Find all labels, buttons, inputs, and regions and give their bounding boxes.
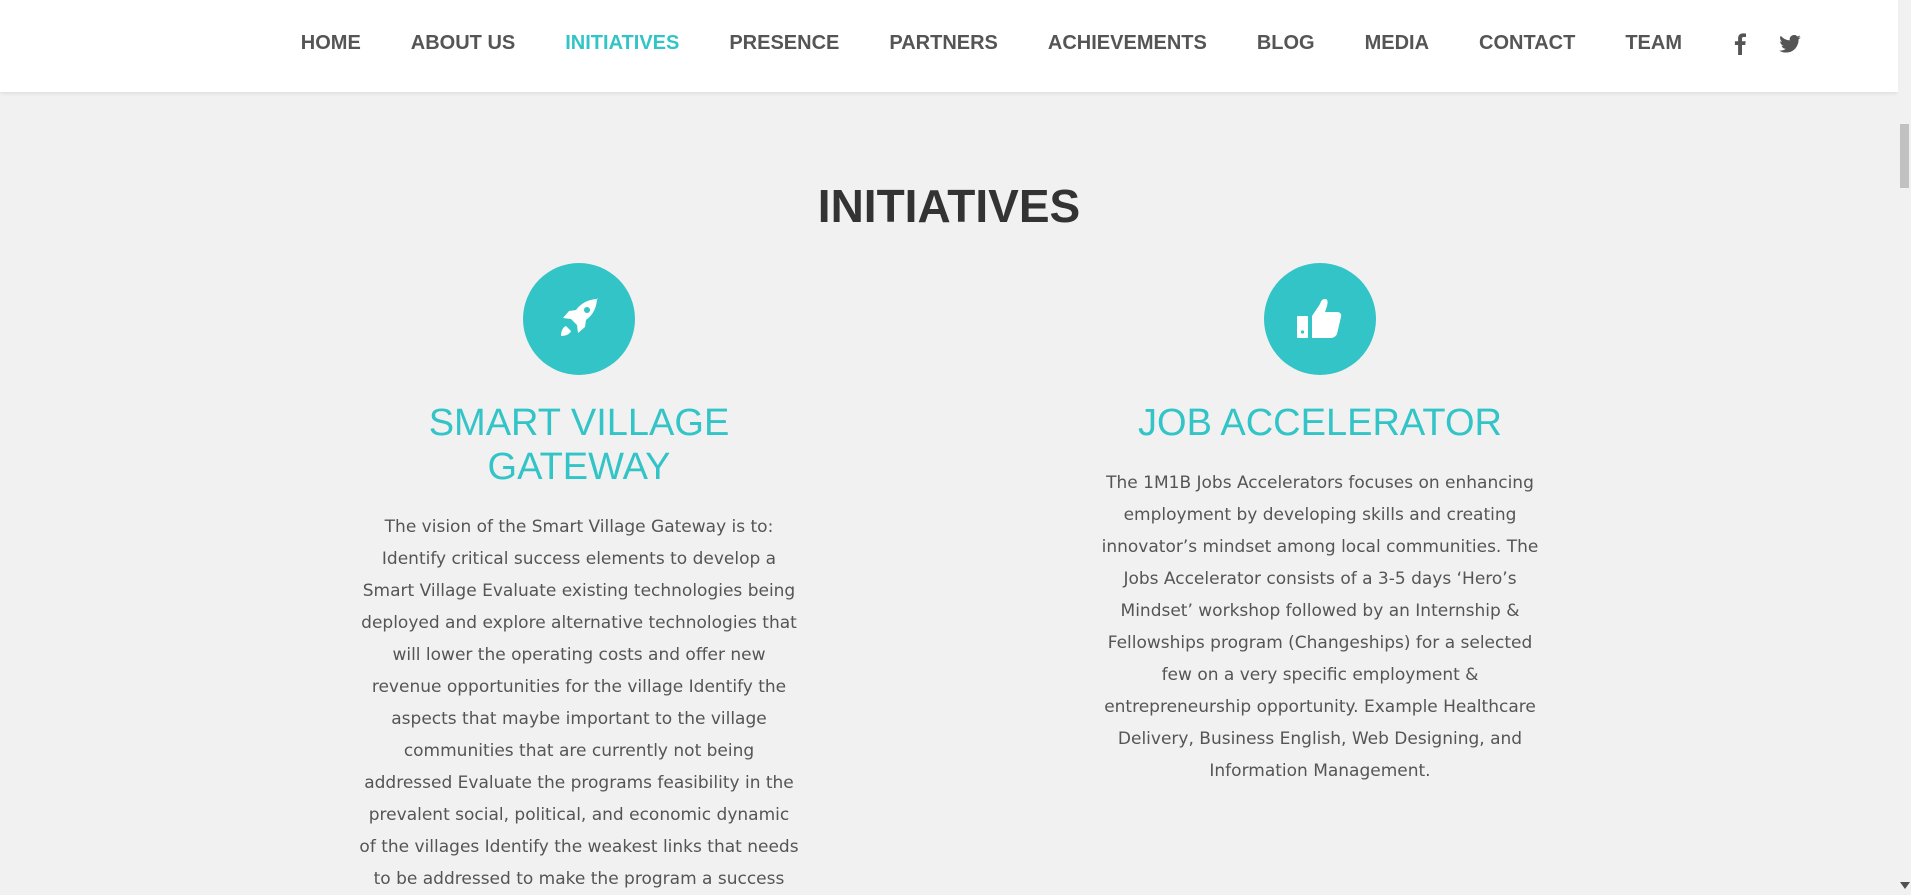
initiative-description: The vision of the Smart Village Gateway … [359, 517, 799, 889]
main-menu: HOME ABOUT US INITIATIVES PRESENCE PARTN… [251, 0, 1802, 87]
social-links [1728, 32, 1802, 56]
nav-item-initiatives[interactable]: INITIATIVES [565, 32, 679, 55]
top-navbar: HOME ABOUT US INITIATIVES PRESENCE PARTN… [0, 0, 1898, 92]
facebook-icon[interactable] [1728, 32, 1752, 56]
nav-item-home[interactable]: HOME [301, 32, 361, 55]
initiative-description: The 1M1B Jobs Accelerators focuses on en… [1101, 473, 1539, 781]
scrollbar-thumb[interactable] [1900, 124, 1909, 188]
nav-item-about-us[interactable]: ABOUT US [411, 32, 515, 55]
rocket-icon [523, 263, 635, 375]
nav-item-media[interactable]: MEDIA [1365, 32, 1429, 55]
twitter-icon[interactable] [1778, 32, 1802, 56]
vertical-scrollbar[interactable] [1898, 0, 1911, 891]
section-title: INITIATIVES [817, 179, 1081, 232]
nav-item-presence[interactable]: PRESENCE [729, 32, 839, 55]
nav-item-team[interactable]: TEAM [1625, 32, 1682, 55]
nav-item-blog[interactable]: BLOG [1257, 32, 1315, 55]
nav-item-partners[interactable]: PARTNERS [889, 32, 998, 55]
nav-item-contact[interactable]: CONTACT [1479, 32, 1575, 55]
initiative-title: JOB ACCELERATOR [1138, 402, 1502, 444]
scroll-down-arrow-icon[interactable] [1900, 882, 1910, 889]
initiative-card-job-accelerator: JOB ACCELERATOR The 1M1B Jobs Accelerato… [1085, 263, 1555, 787]
initiative-card-smart-village: SMART VILLAGE GATEWAY The vision of the … [344, 263, 814, 895]
thumbs-up-icon [1264, 263, 1376, 375]
nav-item-achievements[interactable]: ACHIEVEMENTS [1048, 32, 1207, 55]
initiative-title: SMART VILLAGE GATEWAY [428, 402, 730, 488]
